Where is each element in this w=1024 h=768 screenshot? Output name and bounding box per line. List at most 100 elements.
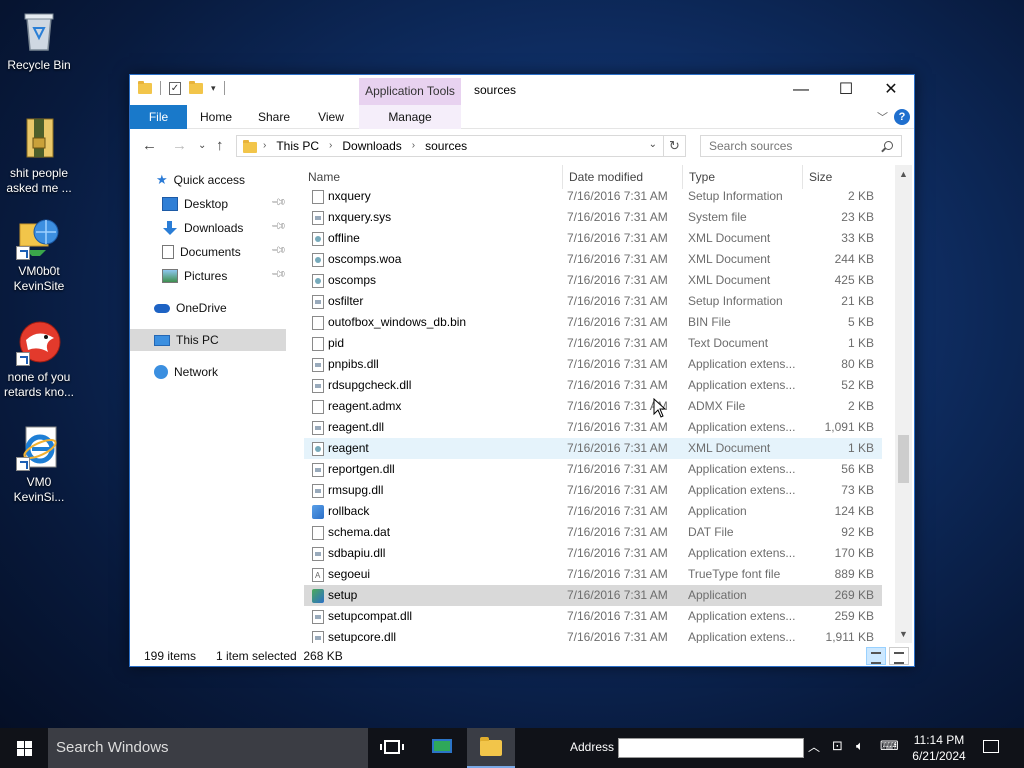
- vertical-scrollbar[interactable]: ▲ ▼: [895, 165, 912, 643]
- column-header-name[interactable]: Name: [308, 170, 340, 184]
- column-header-type[interactable]: Type: [689, 170, 715, 184]
- table-row[interactable]: nxquery.sys 7/16/2016 7:31 AM System file 2…: [304, 207, 882, 228]
- taskbar-app-file-explorer[interactable]: [467, 728, 515, 768]
- file-type: Application extens...: [688, 420, 796, 434]
- desktop-icon-none-of-you[interactable]: none of you retards kno...: [1, 320, 77, 400]
- sidebar-item-label: Pictures: [184, 269, 228, 283]
- recent-locations-chevron-icon[interactable]: ⌄: [198, 140, 206, 151]
- details-view-button[interactable]: [866, 647, 886, 665]
- table-row[interactable]: schema.dat 7/16/2016 7:31 AM DAT File 92 KB: [304, 522, 882, 543]
- file-date-modified: 7/16/2016 7:31 AM: [567, 231, 668, 245]
- address-bar[interactable]: › This PC › Downloads › sources ⌄ ↻: [236, 135, 686, 157]
- tab-view[interactable]: View: [307, 105, 355, 129]
- table-row[interactable]: reportgen.dll 7/16/2016 7:31 AM Applicatio…: [304, 459, 882, 480]
- expand-ribbon-chevron-icon[interactable]: ﹀: [877, 109, 888, 125]
- desktop-icon-recycle-bin[interactable]: Recycle Bin: [1, 8, 77, 73]
- table-row[interactable]: offline 7/16/2016 7:31 AM XML Document 33 K…: [304, 228, 882, 249]
- file-name: nxquery: [328, 189, 371, 203]
- breadcrumb-this-pc[interactable]: This PC: [276, 136, 319, 156]
- breadcrumb-sources[interactable]: sources: [425, 136, 467, 156]
- large-icons-view-button[interactable]: [889, 647, 909, 665]
- keyboard-icon[interactable]: ⌨: [880, 738, 899, 754]
- table-row[interactable]: reagent.admx 7/16/2016 7:31 AM ADMX File 2 …: [304, 396, 882, 417]
- file-type: XML Document: [688, 441, 771, 455]
- properties-icon[interactable]: ✓: [169, 81, 181, 95]
- sidebar-item-network[interactable]: Network: [154, 361, 218, 383]
- breadcrumb-separator-icon: ›: [329, 140, 333, 151]
- dll-file-icon: [312, 463, 324, 477]
- scroll-down-icon[interactable]: ▼: [899, 629, 908, 639]
- sidebar-item-quick-access[interactable]: ★ Quick access: [156, 169, 245, 191]
- tab-file[interactable]: File: [130, 105, 187, 129]
- table-row[interactable]: outofbox_windows_db.bin 7/16/2016 7:31 AM…: [304, 312, 882, 333]
- desktop-icon-vm0[interactable]: VM0 KevinSi...: [1, 425, 77, 505]
- table-row[interactable]: setupcore.dll 7/16/2016 7:31 AM Applicatio…: [304, 627, 882, 643]
- show-hidden-icons-chevron-icon[interactable]: ︿: [808, 738, 820, 755]
- table-row[interactable]: setupcompat.dll 7/16/2016 7:31 AM Applicat…: [304, 606, 882, 627]
- table-row[interactable]: oscomps.woa 7/16/2016 7:31 AM XML Document…: [304, 249, 882, 270]
- sidebar-item-onedrive[interactable]: OneDrive: [154, 297, 227, 319]
- file-name: nxquery.sys: [328, 210, 392, 224]
- task-view-icon: [380, 740, 404, 754]
- file-name: setupcore.dll: [328, 630, 397, 643]
- minimize-button[interactable]: —: [778, 75, 824, 105]
- xml-file-icon: [312, 253, 324, 267]
- title-bar[interactable]: ✓ ▾ Application Tools sources — ☐ ✕: [130, 75, 914, 105]
- file-type: DAT File: [688, 525, 734, 539]
- pictures-icon: [162, 269, 178, 283]
- network-warning-icon[interactable]: ⊡: [832, 738, 843, 754]
- forward-arrow-icon[interactable]: →: [172, 137, 187, 154]
- table-row[interactable]: osfilter 7/16/2016 7:31 AM Setup Informati…: [304, 291, 882, 312]
- scrollbar-thumb[interactable]: [898, 435, 909, 483]
- tab-manage[interactable]: Manage: [359, 105, 461, 129]
- up-arrow-icon[interactable]: ↑: [216, 137, 224, 154]
- file-date-modified: 7/16/2016 7:31 AM: [567, 588, 668, 602]
- tab-home[interactable]: Home: [192, 105, 240, 129]
- task-view-button[interactable]: [368, 728, 416, 768]
- address-dropdown-icon[interactable]: ⌄: [649, 139, 657, 150]
- tab-share[interactable]: Share: [250, 105, 298, 129]
- refresh-icon[interactable]: ↻: [663, 136, 685, 156]
- table-row[interactable]: rmsupg.dll 7/16/2016 7:31 AM Application e…: [304, 480, 882, 501]
- computer-icon: [154, 334, 170, 346]
- table-row[interactable]: reagent.dll 7/16/2016 7:31 AM Application …: [304, 417, 882, 438]
- file-type: Text Document: [688, 336, 769, 350]
- taskbar-search-input[interactable]: Search Windows: [48, 728, 368, 768]
- notifications-icon[interactable]: [983, 740, 999, 753]
- table-row[interactable]: oscomps 7/16/2016 7:31 AM XML Document 425 …: [304, 270, 882, 291]
- table-row[interactable]: pnpibs.dll 7/16/2016 7:31 AM Application e…: [304, 354, 882, 375]
- sidebar-item-label: Downloads: [184, 221, 244, 235]
- desktop-icon-shit-people[interactable]: shit people asked me ...: [1, 116, 77, 196]
- start-button[interactable]: [0, 728, 48, 768]
- customize-toolbar-dropdown-icon[interactable]: ▾: [211, 83, 216, 94]
- back-arrow-icon[interactable]: ←: [142, 137, 157, 154]
- help-icon[interactable]: ?: [894, 109, 910, 125]
- shortcut-arrow-icon: [16, 246, 30, 260]
- table-row[interactable]: pid 7/16/2016 7:31 AM Text Document 1 KB: [304, 333, 882, 354]
- file-date-modified: 7/16/2016 7:31 AM: [567, 609, 668, 623]
- column-header-date[interactable]: Date modified: [569, 170, 643, 184]
- close-button[interactable]: ✕: [868, 75, 914, 105]
- taskbar-app-monitor[interactable]: [418, 728, 466, 768]
- column-header-size[interactable]: Size: [809, 170, 832, 184]
- table-row[interactable]: sdbapiu.dll 7/16/2016 7:31 AM Application …: [304, 543, 882, 564]
- table-row[interactable]: setup 7/16/2016 7:31 AM Application 269 KB: [304, 585, 882, 606]
- table-row[interactable]: rdsupgcheck.dll 7/16/2016 7:31 AM Applicat…: [304, 375, 882, 396]
- table-row[interactable]: segoeui 7/16/2016 7:31 AM TrueType font fi…: [304, 564, 882, 586]
- window-title: sources: [474, 83, 517, 97]
- volume-muted-icon[interactable]: 🔈︎: [856, 738, 864, 754]
- maximize-button[interactable]: ☐: [823, 75, 869, 105]
- desktop-icon-vm0b0t[interactable]: VM0b0t KevinSite: [1, 214, 77, 294]
- breadcrumb-downloads[interactable]: Downloads: [342, 136, 401, 156]
- file-name: reagent: [328, 441, 369, 455]
- scroll-up-icon[interactable]: ▲: [899, 169, 908, 179]
- search-input[interactable]: Search sources: [700, 135, 902, 157]
- address-toolbar-input[interactable]: [618, 738, 804, 758]
- sidebar-item-this-pc[interactable]: This PC: [130, 329, 286, 351]
- table-row[interactable]: rollback 7/16/2016 7:31 AM Application 124 …: [304, 501, 882, 522]
- table-row[interactable]: reagent 7/16/2016 7:31 AM XML Document 1 KB: [304, 438, 882, 459]
- desktop-icon-label: VM0b0t: [18, 264, 60, 278]
- table-row[interactable]: nxquery 7/16/2016 7:31 AM Setup Informatio…: [304, 186, 882, 207]
- new-folder-icon[interactable]: [189, 80, 203, 94]
- system-clock[interactable]: 11:14 PM 6/21/2024: [904, 732, 974, 764]
